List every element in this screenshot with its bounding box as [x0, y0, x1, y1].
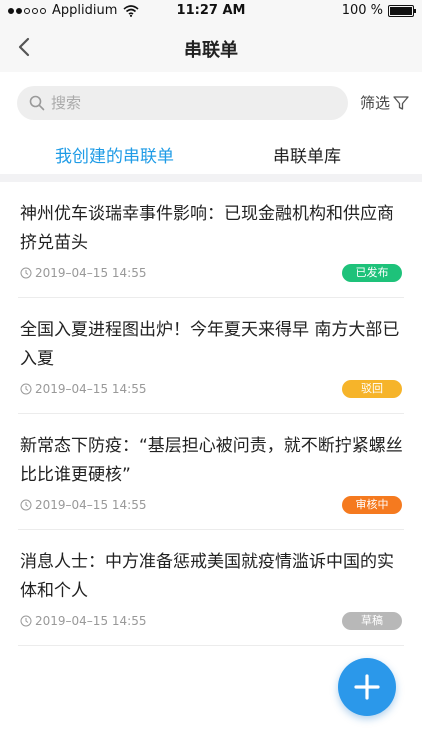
battery-icon	[388, 4, 416, 17]
tab-library[interactable]: 串联单库	[273, 142, 341, 167]
status-badge: 草稿	[342, 612, 402, 630]
item-title: 全国入夏进程图出炉！今年夏天来得早 南方大部已入夏	[20, 320, 400, 369]
status-bar: Applidium 11:27 AM 100 %	[0, 0, 422, 22]
item-meta: 2019–04–15 14:55	[20, 498, 146, 512]
filter-label: 筛选	[360, 94, 391, 112]
tab-my-created[interactable]: 我创建的串联单	[55, 142, 174, 167]
page-title: 串联单	[184, 40, 238, 61]
list-item[interactable]: 全国入夏进程图出炉！今年夏天来得早 南方大部已入夏 2019–04–15 14:…	[18, 298, 404, 414]
add-button[interactable]	[338, 658, 396, 716]
list-item[interactable]: 神州优车谈瑞幸事件影响：已现金融机构和供应商挤兑苗头 2019–04–15 14…	[18, 182, 404, 298]
status-badge: 驳回	[342, 380, 402, 398]
search-row: 筛选	[0, 72, 422, 132]
item-meta: 2019–04–15 14:55	[20, 614, 146, 628]
search-box[interactable]	[17, 86, 348, 120]
item-title: 新常态下防疫：“基层担心被问责，就不断拧紧螺丝比比谁更硬核”	[20, 436, 403, 485]
filter-button[interactable]: 筛选	[360, 92, 409, 113]
search-icon	[29, 95, 45, 111]
item-datetime: 2019–04–15 14:55	[35, 266, 147, 280]
clock-icon	[20, 615, 32, 627]
item-meta: 2019–04–15 14:55	[20, 382, 146, 396]
status-badge: 已发布	[342, 264, 402, 282]
clock-icon	[20, 383, 32, 395]
tab-bar: 我创建的串联单 串联单库	[0, 132, 422, 174]
item-datetime: 2019–04–15 14:55	[35, 382, 147, 396]
clock-icon	[20, 267, 32, 279]
status-right: 100 %	[341, 3, 416, 18]
rundown-list: 神州优车谈瑞幸事件影响：已现金融机构和供应商挤兑苗头 2019–04–15 14…	[0, 182, 422, 646]
battery-percent: 100 %	[341, 3, 383, 18]
status-badge: 审核中	[342, 496, 402, 514]
item-meta: 2019–04–15 14:55	[20, 266, 146, 280]
filter-icon	[393, 95, 409, 110]
list-item[interactable]: 消息人士：中方准备惩戒美国就疫情滥诉中国的实体和个人 2019–04–15 14…	[18, 530, 404, 646]
item-title: 消息人士：中方准备惩戒美国就疫情滥诉中国的实体和个人	[20, 552, 394, 601]
search-input[interactable]	[51, 94, 311, 112]
item-datetime: 2019–04–15 14:55	[35, 498, 147, 512]
item-datetime: 2019–04–15 14:55	[35, 614, 147, 628]
section-divider	[0, 174, 422, 182]
plus-icon	[354, 674, 380, 700]
list-item[interactable]: 新常态下防疫：“基层担心被问责，就不断拧紧螺丝比比谁更硬核” 2019–04–1…	[18, 414, 404, 530]
clock-icon	[20, 499, 32, 511]
nav-bar: 串联单	[0, 22, 422, 72]
item-title: 神州优车谈瑞幸事件影响：已现金融机构和供应商挤兑苗头	[20, 204, 394, 253]
